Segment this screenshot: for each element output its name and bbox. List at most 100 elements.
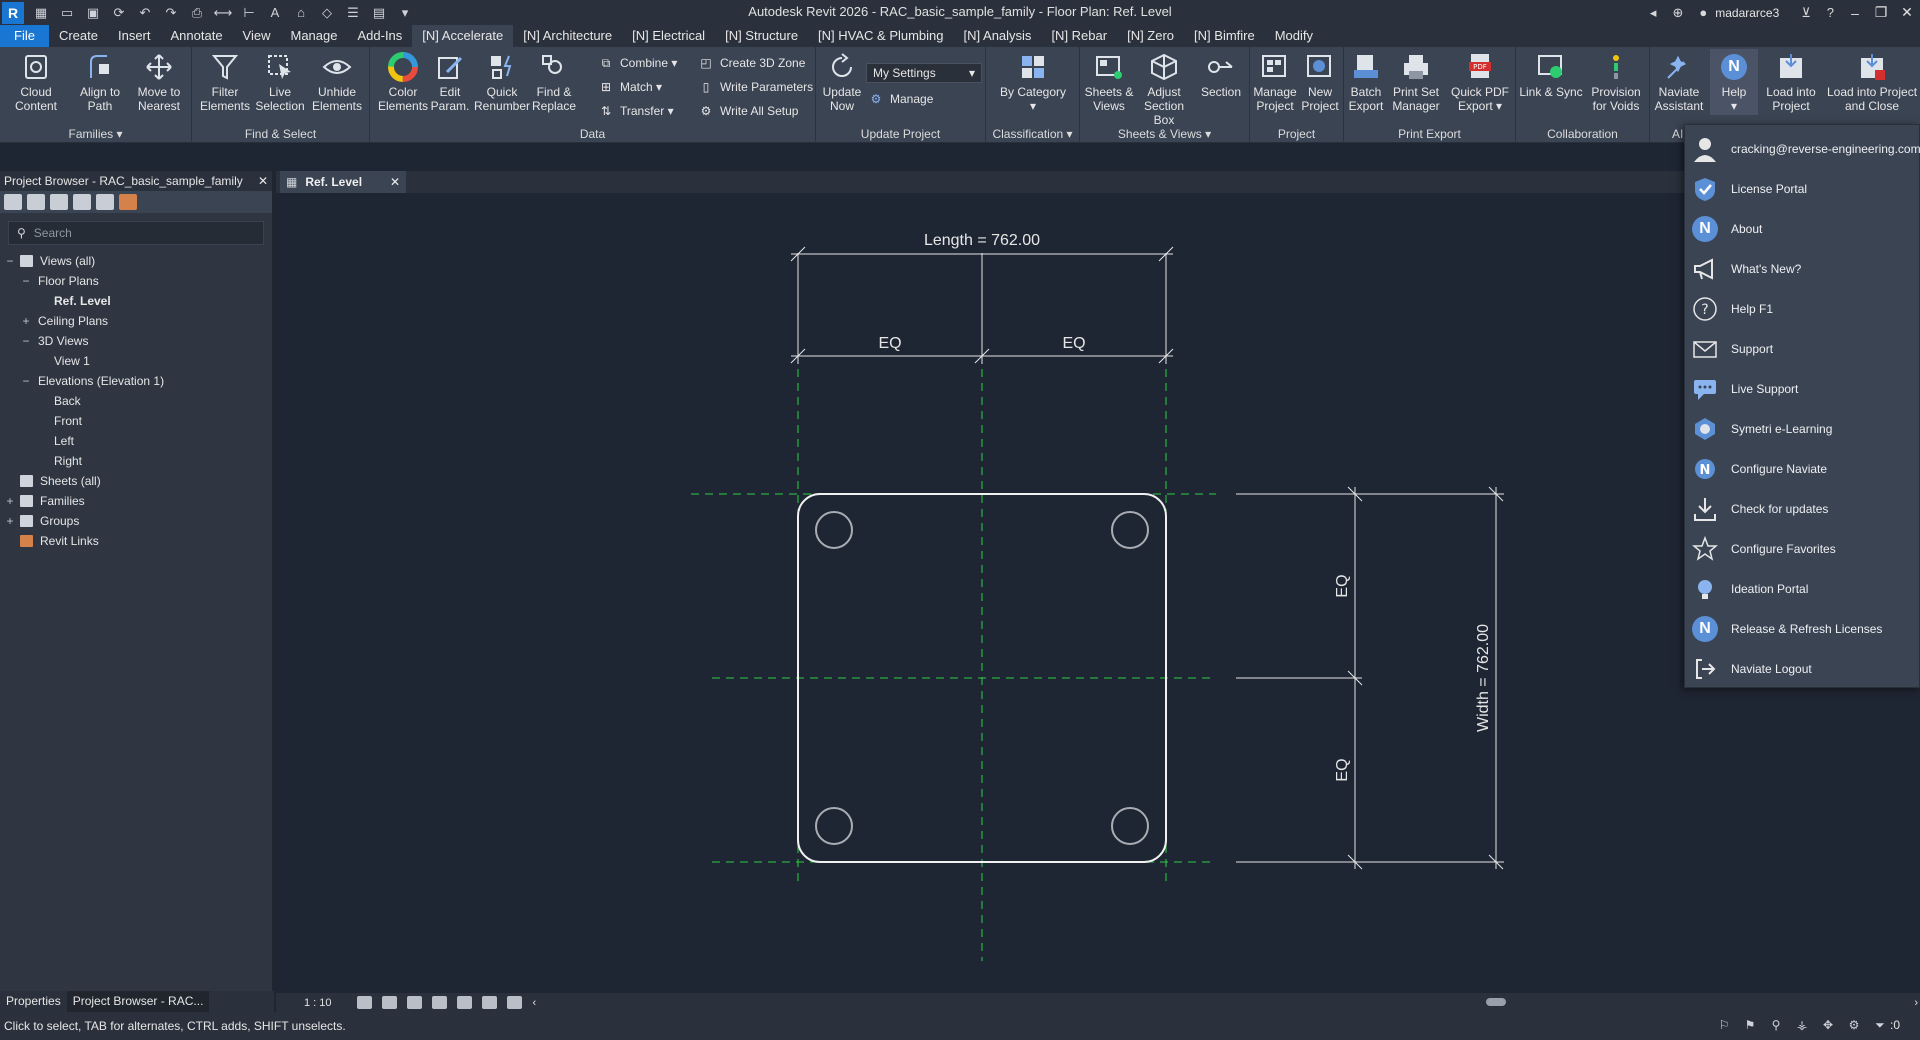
help-menu-item-live-support[interactable]: Live Support xyxy=(1685,369,1920,409)
naviate-assistant-button[interactable]: Naviate Assistant xyxy=(1652,51,1706,113)
detail-level-icon[interactable] xyxy=(356,996,372,1009)
restore-button[interactable]: ❐ xyxy=(1868,4,1894,21)
tree-item[interactable]: − Elevations (Elevation 1) xyxy=(0,371,272,391)
measure-icon[interactable]: ⟷ xyxy=(213,3,233,23)
user-icon[interactable]: ● xyxy=(1699,5,1707,20)
floor-plan-drawing[interactable]: Length = 762.00 EQ EQ EQ EQ Width = 762.… xyxy=(276,193,1920,993)
tree-item[interactable]: − Views (all) xyxy=(0,251,272,271)
combine-button[interactable]: ⧉ Combine ▾ xyxy=(598,55,678,71)
tab-insert[interactable]: Insert xyxy=(108,25,161,47)
quick-renumber-button[interactable]: Quick Renumber xyxy=(474,51,530,113)
width-dimension[interactable] xyxy=(1236,486,1504,870)
tab-n-bimfire[interactable]: [N] Bimfire xyxy=(1184,25,1265,47)
help-menu-item-symetri-e-learning[interactable]: Symetri e-Learning xyxy=(1685,409,1920,449)
expand-icon[interactable]: + xyxy=(4,511,16,531)
view-scale[interactable]: 1 : 10 xyxy=(304,997,332,1009)
help-menu-item-about[interactable]: N About xyxy=(1685,209,1920,249)
scroll-right-icon[interactable]: › xyxy=(1914,997,1918,1009)
load-into-project-button[interactable]: Load into Project xyxy=(1758,51,1824,113)
help-menu-item-what-s-new[interactable]: What's New? xyxy=(1685,249,1920,289)
tab-n-architecture[interactable]: [N] Architecture xyxy=(513,25,622,47)
close-icon[interactable]: ✕ xyxy=(258,174,268,188)
tree-item[interactable]: Front xyxy=(0,411,272,431)
search-input[interactable]: ⚲ Search xyxy=(8,221,264,245)
expand-icon[interactable]: + xyxy=(20,311,32,331)
length-dimension-text[interactable]: Length = 762.00 xyxy=(924,232,1040,249)
binoculars-icon[interactable]: ⊕ xyxy=(1672,5,1683,21)
browser-families-icon[interactable] xyxy=(73,194,91,210)
eq-right-top-text[interactable]: EQ xyxy=(1334,574,1351,597)
tab-n-structure[interactable]: [N] Structure xyxy=(715,25,808,47)
help-menu-item-license-portal[interactable]: License Portal xyxy=(1685,169,1920,209)
browser-home-icon[interactable] xyxy=(4,194,22,210)
load-into-project-close-button[interactable]: Load into Project and Close xyxy=(1826,51,1918,113)
adjust-section-box-button[interactable]: Adjust Section Box xyxy=(1134,51,1194,127)
quick-pdf-export-button[interactable]: PDF Quick PDF Export ▾ xyxy=(1448,51,1512,113)
help-menu-item-ideation-portal[interactable]: Ideation Portal xyxy=(1685,569,1920,609)
help-menu-item-release-refresh-licenses[interactable]: N Release & Refresh Licenses xyxy=(1685,609,1920,649)
tree-item[interactable]: Left xyxy=(0,431,272,451)
cloud-content-button[interactable]: Cloud Content xyxy=(6,51,66,113)
horizontal-scrollbar[interactable] xyxy=(1486,998,1506,1006)
close-view-icon[interactable]: ✕ xyxy=(390,175,400,189)
help-button[interactable]: N Help ▾ xyxy=(1710,49,1758,115)
tab-create[interactable]: Create xyxy=(49,25,108,47)
panel-label-classification[interactable]: Classification ▾ xyxy=(986,127,1079,141)
help-menu-item-check-for-updates[interactable]: Check for updates xyxy=(1685,489,1920,529)
close-button[interactable]: ✕ xyxy=(1894,4,1920,21)
section-button[interactable]: Section xyxy=(1196,51,1246,99)
select-underlay-icon[interactable]: ⚑ xyxy=(1742,1018,1758,1034)
help-menu-item-help-f1[interactable]: ? Help F1 xyxy=(1685,289,1920,329)
tab-n-zero[interactable]: [N] Zero xyxy=(1117,25,1184,47)
reference-planes[interactable] xyxy=(691,313,1216,961)
link-sync-button[interactable]: Link & Sync xyxy=(1518,51,1584,99)
provision-voids-button[interactable]: Provision for Voids xyxy=(1584,51,1648,113)
settings-dropdown[interactable]: My Settings ▾ xyxy=(866,63,982,83)
tab-view[interactable]: View xyxy=(233,25,281,47)
tree-item[interactable]: Back xyxy=(0,391,272,411)
undo-icon[interactable]: ↶ xyxy=(135,3,155,23)
width-dimension-text[interactable]: Width = 762.00 xyxy=(1475,624,1492,732)
background-process-icon[interactable]: ⚙ xyxy=(1846,1018,1862,1034)
panel-label-sheets-views[interactable]: Sheets & Views ▾ xyxy=(1080,127,1249,141)
visual-style-icon[interactable] xyxy=(381,996,397,1009)
tab-modify[interactable]: Modify xyxy=(1265,25,1323,47)
update-now-button[interactable]: Update Now xyxy=(822,51,862,113)
save-icon[interactable]: ▣ xyxy=(83,3,103,23)
tab-manage[interactable]: Manage xyxy=(281,25,348,47)
help-menu-item-naviate-logout[interactable]: Naviate Logout xyxy=(1685,649,1920,689)
collapse-icon[interactable]: − xyxy=(20,271,32,291)
scroll-left-icon[interactable]: ‹ xyxy=(533,997,537,1009)
live-selection-button[interactable]: Live Selection xyxy=(254,51,306,113)
write-all-setup-button[interactable]: ⚙ Write All Setup xyxy=(698,103,799,119)
filter-count-icon[interactable]: ⏷ xyxy=(1872,1018,1888,1034)
customize-qat-icon[interactable]: ▾ xyxy=(395,3,415,23)
tab-file[interactable]: File xyxy=(0,25,49,47)
browser-sheets-icon[interactable] xyxy=(50,194,68,210)
unhide-elements-button[interactable]: Unhide Elements xyxy=(308,51,366,113)
tree-item[interactable]: Sheets (all) xyxy=(0,471,272,491)
browser-views-icon[interactable] xyxy=(27,194,45,210)
filter-elements-button[interactable]: Filter Elements xyxy=(196,51,254,113)
help-icon[interactable]: ? xyxy=(1827,5,1834,20)
select-pinned-icon[interactable]: ⚲ xyxy=(1768,1018,1784,1034)
by-category-button[interactable]: By Category ▾ xyxy=(998,51,1068,113)
move-to-nearest-button[interactable]: Move to Nearest xyxy=(130,51,188,113)
tab-n-analysis[interactable]: [N] Analysis xyxy=(954,25,1042,47)
tab-project-browser[interactable]: Project Browser - RAC... xyxy=(66,991,210,1012)
eq-right-bottom-text[interactable]: EQ xyxy=(1334,758,1351,781)
switch-windows-icon[interactable]: ▤ xyxy=(369,3,389,23)
tree-item[interactable]: Revit Links xyxy=(0,531,272,551)
tree-item[interactable]: − Floor Plans xyxy=(0,271,272,291)
tree-item[interactable]: Ref. Level xyxy=(0,291,272,311)
write-parameters-button[interactable]: ▯ Write Parameters xyxy=(698,79,813,95)
eq-top-right-text[interactable]: EQ xyxy=(1062,335,1085,352)
match-button[interactable]: ⊞ Match ▾ xyxy=(598,79,662,95)
crop-view-icon[interactable] xyxy=(456,996,472,1009)
tree-item[interactable]: + Groups xyxy=(0,511,272,531)
print-set-manager-button[interactable]: Print Set Manager xyxy=(1386,51,1446,113)
browser-groups-icon[interactable] xyxy=(96,194,114,210)
edit-param-button[interactable]: Edit Param. xyxy=(428,51,472,113)
tab-add-ins[interactable]: Add-Ins xyxy=(347,25,412,47)
browser-links-icon[interactable] xyxy=(119,194,137,210)
